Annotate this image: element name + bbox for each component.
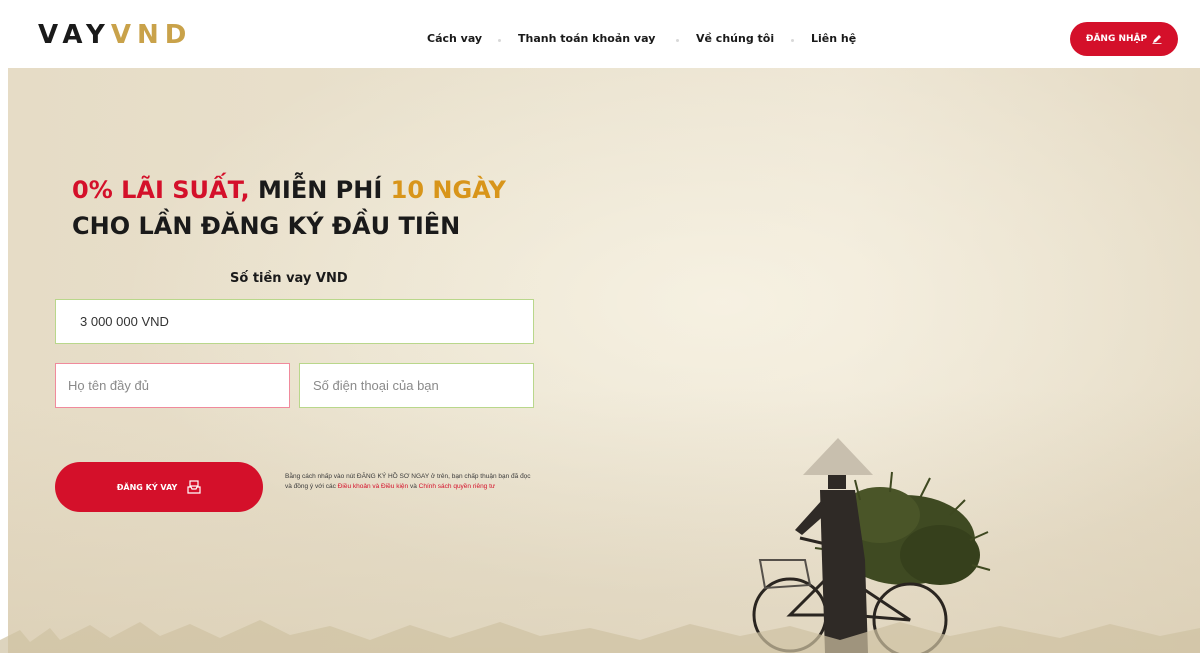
nav-separator	[498, 39, 501, 42]
terms-and: và	[408, 483, 419, 490]
headline-days: 10 NGÀY	[390, 176, 506, 204]
pencil-icon	[1152, 35, 1162, 44]
headline-free: MIỄN PHÍ	[249, 176, 391, 204]
nav-item-how-to-borrow[interactable]: Cách vay	[427, 32, 482, 45]
register-loan-label: ĐĂNG KÝ VAY	[116, 482, 178, 492]
privacy-policy-link[interactable]: Chính sách quyền riêng tư	[419, 483, 496, 490]
hero-headline: 0% LÃI SUẤT, MIỄN PHÍ 10 NGÀY CHO LẦN ĐĂ…	[72, 172, 506, 244]
headline-line-2: CHO LẦN ĐĂNG KÝ ĐẦU TIÊN	[72, 212, 461, 240]
terms-notice: Bằng cách nhấp vào nút ĐĂNG KÝ HỒ SƠ NGA…	[285, 472, 535, 492]
nav-separator	[676, 39, 679, 42]
nav-item-contact[interactable]: Liên hệ	[811, 32, 856, 45]
loan-amount-field[interactable]: 3 000 000 VND	[55, 299, 534, 344]
grass-foreground	[0, 620, 1200, 653]
nav-separator	[791, 39, 794, 42]
main-nav: Cách vay Thanh toán khoản vay Về chúng t…	[0, 32, 1200, 50]
nav-item-repayment[interactable]: Thanh toán khoản vay	[518, 32, 655, 45]
headline-line-1: 0% LÃI SUẤT, MIỄN PHÍ 10 NGÀY	[72, 172, 506, 208]
phone-number-field[interactable]: Số điện thoại của bạn	[299, 363, 534, 408]
full-name-placeholder: Họ tên đầy đủ	[68, 378, 149, 393]
loan-amount-value: 3 000 000 VND	[80, 314, 169, 329]
loan-amount-label: Số tiền vay VND	[230, 271, 348, 286]
phone-number-placeholder: Số điện thoại của bạn	[313, 378, 439, 393]
nav-item-about-us[interactable]: Về chúng tôi	[696, 32, 774, 45]
login-button[interactable]: ĐĂNG NHẬP	[1070, 22, 1178, 56]
headline-interest: 0% LÃI SUẤT,	[72, 176, 250, 204]
site-header: VAYVND Cách vay Thanh toán khoản vay Về …	[0, 0, 1200, 68]
terms-conditions-link[interactable]: Điều khoản và Điều kiện	[338, 483, 408, 490]
inbox-icon	[187, 480, 201, 494]
register-loan-button[interactable]: ĐĂNG KÝ VAY	[55, 462, 263, 512]
login-button-label: ĐĂNG NHẬP	[1085, 34, 1148, 44]
full-name-field[interactable]: Họ tên đầy đủ	[55, 363, 290, 408]
